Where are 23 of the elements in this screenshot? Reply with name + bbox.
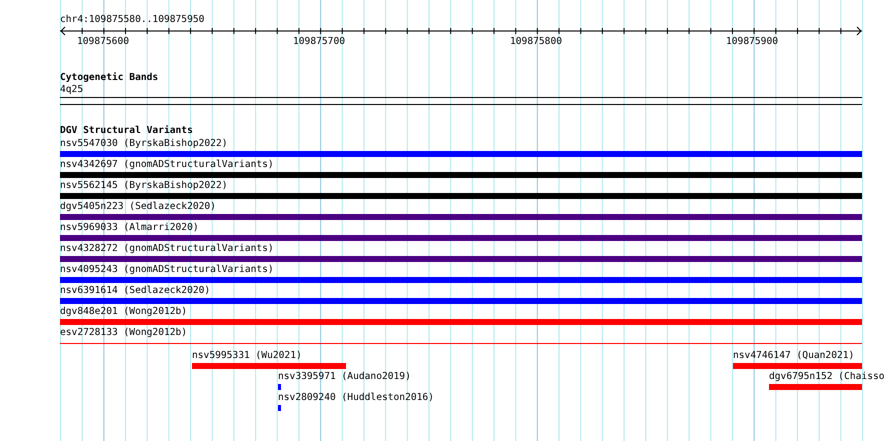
region-label: chr4:109875580..109875950: [60, 14, 204, 26]
band-label: 4q25: [60, 84, 84, 96]
feature-label: nsv6391614 (Sedlazeck2020): [60, 284, 210, 297]
feature-label: nsv5995331 (Wu2021): [192, 350, 302, 362]
feature-label: nsv4095243 (gnomADStructuralVariants): [60, 263, 274, 276]
tick-label: 109875600: [77, 36, 129, 48]
feature-label: nsv4746147 (Quan2021): [733, 350, 854, 362]
feature-label: nsv4328272 (gnomADStructuralVariants): [60, 242, 274, 255]
feature-label: dgv848e201 (Wong2012b): [60, 305, 188, 318]
feature-label: nsv5969033 (Almarri2020): [60, 221, 199, 234]
feature-label: esv2728133 (Wong2012b): [60, 326, 188, 339]
feature-label: nsv3395971 (Audano2019): [278, 371, 411, 383]
feature-label: dgv6795n152 (Chaisso: [769, 371, 885, 383]
feature-label: nsv5562145 (ByrskaBishop2022): [60, 179, 228, 192]
tick-label: 109875700: [293, 36, 345, 48]
tick-label: 109875900: [726, 36, 778, 48]
track-title: Cytogenetic Bands: [60, 72, 158, 84]
feature-label: dgv5405n223 (Sedlazeck2020): [60, 200, 216, 213]
track-title: DGV Structural Variants: [60, 125, 193, 137]
feature-label: nsv4342697 (gnomADStructuralVariants): [60, 158, 274, 171]
tick-label: 109875800: [510, 36, 562, 48]
feature-label: nsv2809240 (Huddleston2016): [278, 392, 434, 404]
feature-label: nsv5547030 (ByrskaBishop2022): [60, 137, 228, 150]
